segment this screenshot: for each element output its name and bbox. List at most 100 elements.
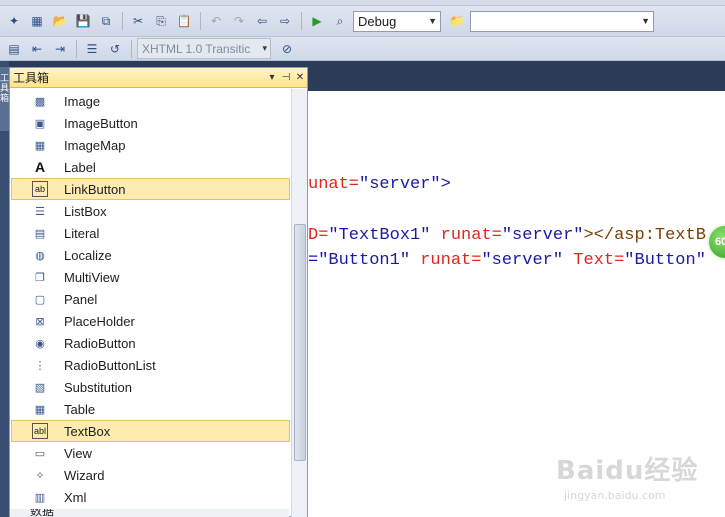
cut-icon[interactable]: ✂: [128, 11, 148, 31]
toolbox-item-imagemap[interactable]: ▦ ImageMap: [11, 134, 290, 156]
table-icon: ▦: [34, 403, 46, 416]
toolbox-item-label: Panel: [64, 291, 98, 307]
toolbox-item-multiview[interactable]: ❐ MultiView: [11, 266, 290, 288]
validation-icon[interactable]: ⊘: [277, 39, 297, 59]
toolbox-item-label: TextBox: [64, 423, 111, 439]
indent-icon[interactable]: ⇥: [50, 39, 70, 59]
toolbox-item-radiobuttonlist[interactable]: ⋮ RadioButtonList: [11, 354, 290, 376]
navigate-forward-icon[interactable]: ⇨: [275, 11, 295, 31]
image-icon: ▩: [34, 95, 46, 108]
toolbox-item-label: Label: [64, 159, 96, 175]
attribute-name: Text=: [563, 251, 625, 270]
toolbox-item-label: Xml: [64, 489, 87, 505]
view-icon: ▭: [34, 447, 46, 460]
copy-icon[interactable]: ⎘: [151, 11, 171, 31]
toolbox-item-imagebutton[interactable]: ▣ ImageButton: [11, 112, 290, 134]
toolbox-item-label: LinkButton: [64, 181, 126, 197]
tag-bracket: >: [440, 175, 451, 194]
attribute-value: "server": [481, 251, 564, 270]
toolbox-item-xml[interactable]: ▥ Xml: [11, 486, 290, 508]
toolbox-item-image[interactable]: ▩ Image: [11, 90, 290, 112]
wizard-icon: ✧: [35, 469, 45, 482]
document-tab-well: [308, 61, 725, 91]
toolbox-item-label: Image: [64, 93, 101, 109]
toolbox-item-literal[interactable]: ▤ Literal: [11, 222, 290, 244]
toolbox-header: 工具箱 ▾ ⊣ ✕: [10, 68, 307, 88]
toolbox-item-linkbutton[interactable]: ab LinkButton: [11, 178, 290, 200]
textbox-icon: abl: [32, 423, 48, 439]
standard-toolbar: ✦ ▦ 📂 💾 ⧉ ✂ ⎘ 📋 ↶ ↷ ⇦ ⇨ ▶ ⌕ Debug ▼ 📁 ▼: [0, 6, 725, 37]
multiview-icon: ❐: [35, 271, 45, 284]
find-in-files-icon[interactable]: 📁: [447, 11, 467, 31]
toolbox-item-label: Substitution: [64, 379, 132, 395]
imagemap-icon: ▦: [34, 139, 46, 152]
toolbox-item-label: ListBox: [64, 203, 107, 219]
uncomment-icon[interactable]: ↺: [105, 39, 125, 59]
toolbox-group-data[interactable]: 数据: [10, 509, 289, 517]
toolbox-item-list: ▩ Image ▣ ImageButton ▦ ImageMap A Label ab LinkB…: [11, 90, 290, 508]
toolbox-item-substitution[interactable]: ▧ Substitution: [11, 376, 290, 398]
toolbox-item-view[interactable]: ▭ View: [11, 442, 290, 464]
code-line: D="TextBox1" runat="server"></asp:TextB: [308, 226, 706, 245]
toolbox-item-label[interactable]: A Label: [11, 156, 290, 178]
toolbox-item-radiobutton[interactable]: ◉ RadioButton: [11, 332, 290, 354]
outdent-icon[interactable]: ⇤: [27, 39, 47, 59]
placeholder-icon: ⊠: [35, 315, 45, 328]
code-line: ="Button1" runat="server" Text="Button": [308, 251, 706, 270]
close-icon[interactable]: ✕: [293, 72, 307, 83]
paste-icon[interactable]: 📋: [174, 11, 194, 31]
label-icon: A: [34, 159, 46, 175]
open-file-icon[interactable]: 📂: [50, 11, 70, 31]
doctype-dropdown[interactable]: XHTML 1.0 Transitic ▾: [137, 38, 271, 59]
window-position-icon[interactable]: ▾: [265, 72, 279, 83]
solution-configuration-dropdown[interactable]: Debug ▼: [353, 10, 441, 32]
find-combo[interactable]: ▼: [470, 10, 654, 32]
xml-icon: ▥: [34, 491, 46, 504]
new-project-icon[interactable]: ✦: [4, 11, 24, 31]
attribute-value: "server": [501, 226, 584, 245]
start-debugging-icon[interactable]: ▶: [307, 11, 327, 31]
radiobutton-icon: ◉: [35, 337, 45, 350]
toolbox-panel: 工具箱 ▾ ⊣ ✕ ▩ Image ▣ ImageButton ▦ ImageMap A La…: [9, 67, 308, 517]
attribute-name: D=: [308, 226, 329, 245]
navigate-backward-icon[interactable]: ⇦: [252, 11, 272, 31]
toolbox-side-tab[interactable]: 工具箱: [0, 67, 9, 131]
attach-process-icon[interactable]: ⌕: [330, 11, 350, 31]
format-icon[interactable]: ▤: [4, 39, 24, 59]
attribute-value: ="Button1": [308, 251, 411, 270]
save-all-icon[interactable]: ⧉: [96, 11, 116, 31]
auto-hide-pin-icon[interactable]: ⊣: [279, 72, 293, 83]
chevron-down-icon: ▼: [428, 16, 437, 26]
toolbox-item-label: PlaceHolder: [64, 313, 135, 329]
toolbox-item-label: View: [64, 445, 92, 461]
linkbutton-icon: ab: [32, 181, 48, 197]
toolbox-item-localize[interactable]: ◍ Localize: [11, 244, 290, 266]
undo-icon[interactable]: ↶: [206, 11, 226, 31]
watermark-url: jingyan.baidu.com: [564, 489, 666, 502]
toolbox-item-listbox[interactable]: ☰ ListBox: [11, 200, 290, 222]
closing-tag: ></asp:TextB: [583, 226, 706, 245]
toolbar-separator: [122, 12, 123, 30]
toolbox-item-table[interactable]: ▦ Table: [11, 398, 290, 420]
toolbox-item-wizard[interactable]: ✧ Wizard: [11, 464, 290, 486]
redo-icon[interactable]: ↷: [229, 11, 249, 31]
vertical-scrollbar[interactable]: [291, 89, 307, 517]
scrollbar-thumb[interactable]: [294, 224, 306, 461]
toolbox-item-label: ImageButton: [64, 115, 138, 131]
solution-configuration-value: Debug: [358, 13, 397, 29]
doctype-value: XHTML 1.0 Transitic: [142, 41, 251, 56]
save-icon[interactable]: 💾: [73, 11, 93, 31]
toolbox-item-label: RadioButton: [64, 335, 136, 351]
watermark-brand: Baidu经验: [556, 456, 699, 486]
toolbox-item-textbox[interactable]: abl TextBox: [11, 420, 290, 442]
toolbox-item-label: RadioButtonList: [64, 357, 156, 373]
toolbox-item-label: Table: [64, 401, 96, 417]
substitution-icon: ▧: [34, 381, 46, 394]
side-tab-strip: 工具箱: [0, 61, 9, 517]
toolbox-group-label: 数据: [30, 509, 55, 517]
comment-icon[interactable]: ☰: [82, 39, 102, 59]
add-item-icon[interactable]: ▦: [27, 11, 47, 31]
chevron-down-icon: ▾: [262, 43, 267, 53]
toolbox-item-placeholder[interactable]: ⊠ PlaceHolder: [11, 310, 290, 332]
toolbox-item-panel[interactable]: ▢ Panel: [11, 288, 290, 310]
